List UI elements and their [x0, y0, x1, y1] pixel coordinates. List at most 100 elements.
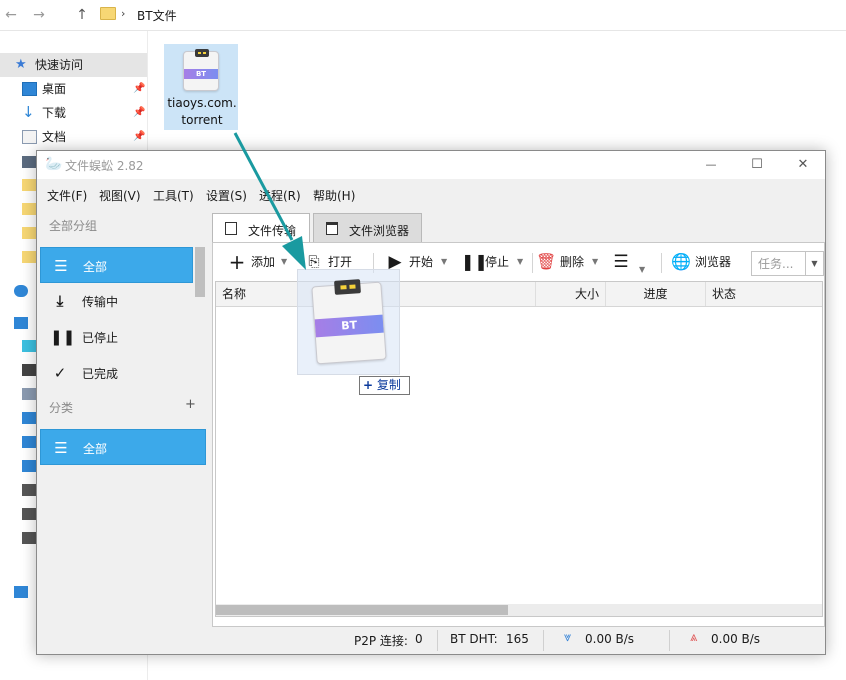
back-arrow-icon[interactable]: ← [0, 4, 22, 26]
status-divider [669, 630, 670, 651]
column-size[interactable]: 大小 [536, 282, 606, 306]
menu-file[interactable]: 文件(F) [47, 187, 87, 204]
3d-objects-icon[interactable] [22, 340, 36, 352]
add-category-button[interactable]: + [185, 397, 196, 412]
nav-item-documents[interactable]: 文档 📌 [0, 125, 147, 149]
document-icon [22, 130, 37, 144]
p2p-label: P2P 连接: [354, 634, 408, 648]
bt-badge: BT [184, 69, 218, 79]
quick-access-item[interactable]: ★ 快速访问 [0, 53, 147, 77]
group-item-all[interactable]: ☰ 全部 [40, 247, 193, 283]
up-arrow-icon[interactable]: ↑ [71, 4, 93, 26]
group-item-stopped[interactable]: ❚❚ 已停止 [40, 319, 193, 355]
pictures-icon[interactable] [22, 156, 36, 168]
menu-process[interactable]: 进程(R) [259, 187, 301, 204]
close-button[interactable]: ✕ [780, 151, 826, 179]
group-item-transferring[interactable]: ⤓ 传输中 [40, 283, 193, 319]
chevron-down-icon[interactable]: ▼ [592, 252, 598, 272]
plus-icon: + [228, 250, 246, 274]
group-label: 已停止 [82, 331, 119, 345]
copy-drop-tooltip: + 复制 [359, 376, 410, 395]
network-icon[interactable] [14, 586, 28, 598]
p2p-count: 0 [415, 632, 423, 646]
stop-button[interactable]: ❚❚ 停止 ▼ [461, 252, 527, 274]
more-menu-button[interactable]: ☰ ▼ [611, 252, 651, 274]
pictures-icon[interactable] [22, 388, 36, 400]
task-filter-input[interactable] [753, 253, 804, 274]
add-button[interactable]: + 添加 ▼ [227, 252, 289, 274]
folder-icon[interactable] [22, 179, 36, 191]
maximize-button[interactable]: ☐ [734, 151, 780, 179]
delete-button[interactable]: 🗑 删除 ▼ [536, 252, 602, 274]
title-bar[interactable]: 🦢 文件蜈蚣 2.82 — ☐ ✕ [37, 151, 825, 179]
forward-arrow-icon[interactable]: → [28, 4, 50, 26]
horizontal-scrollbar[interactable] [216, 604, 822, 616]
status-divider [437, 630, 438, 651]
stop-label: 停止 [485, 255, 510, 269]
file-icon [225, 222, 237, 235]
column-progress[interactable]: 进度 [606, 282, 706, 306]
this-pc-icon[interactable] [14, 317, 28, 329]
pause-icon: ❚❚ [50, 328, 76, 346]
chevron-down-icon[interactable]: ▼ [281, 252, 287, 272]
drive-icon[interactable] [22, 508, 36, 520]
menu-view[interactable]: 视图(V) [99, 187, 141, 204]
onedrive-icon[interactable] [14, 285, 28, 297]
category-label: 全部 [83, 442, 108, 456]
menu-tools[interactable]: 工具(T) [153, 187, 194, 204]
downloads-icon[interactable] [22, 412, 36, 424]
chevron-down-icon[interactable]: ▼ [441, 252, 447, 272]
tab-file-transfer[interactable]: 文件传输 [212, 213, 310, 243]
trash-icon: 🗑 [536, 252, 557, 271]
status-bar: P2P 连接: 0 BT DHT: 165 ⩔ 0.00 B/s ⩓ 0.00 … [37, 627, 825, 654]
star-icon: ★ [15, 57, 27, 72]
minimize-button[interactable]: — [688, 151, 734, 179]
download-arrow-icon: ↓ [22, 103, 35, 121]
upload-speed: 0.00 B/s [711, 632, 761, 646]
pin-icon[interactable]: 📌 [133, 77, 145, 101]
scrollbar-thumb[interactable] [216, 605, 508, 615]
add-label: 添加 [251, 255, 276, 269]
task-filter-combobox[interactable]: ▼ [751, 251, 824, 276]
group-item-completed[interactable]: ✓ 已完成 [40, 355, 193, 391]
drive-icon[interactable] [22, 484, 36, 496]
pin-icon[interactable]: 📌 [133, 101, 145, 125]
torrent-file-item[interactable]: BT tiaoys.com.torrent [164, 44, 238, 130]
folder-icon[interactable] [22, 227, 36, 239]
nav-item-desktop[interactable]: 桌面 📌 [0, 77, 147, 101]
menu-settings[interactable]: 设置(S) [206, 187, 247, 204]
tab-label: 文件浏览器 [349, 224, 410, 238]
category-item-all[interactable]: ☰ 全部 [40, 429, 206, 465]
group-label: 已完成 [82, 367, 119, 381]
chevron-down-icon[interactable]: ▼ [517, 252, 523, 272]
task-sidebar: 全部分组 ☰ 全部 ⤓ 传输中 ❚❚ 已停止 ✓ 已完成 分类 + ☰ 全部 [37, 209, 207, 627]
download-icon: ⤓ [56, 292, 64, 310]
music-icon[interactable] [22, 436, 36, 448]
menu-help[interactable]: 帮助(H) [313, 187, 355, 204]
quick-access-label: 快速访问 [35, 58, 84, 72]
tab-file-browser[interactable]: 文件浏览器 [313, 213, 422, 243]
browser-button[interactable]: 🌐 浏览器 [671, 252, 743, 274]
chevron-down-icon[interactable]: ▼ [639, 260, 645, 280]
pin-icon[interactable]: 📌 [133, 125, 145, 149]
app-logo-icon: 🦢 [45, 156, 63, 172]
check-icon: ✓ [53, 364, 67, 382]
folder-icon[interactable] [22, 203, 36, 215]
delete-label: 删除 [560, 255, 585, 269]
folder-icon[interactable] [22, 251, 36, 263]
category-header: 分类 [49, 401, 74, 415]
column-status[interactable]: 状态 [706, 282, 822, 306]
torrent-file-icon: BT [311, 279, 387, 365]
desktop-icon[interactable] [22, 460, 36, 472]
group-label: 传输中 [82, 295, 119, 309]
breadcrumb-current-folder[interactable]: BT文件 [137, 7, 177, 24]
nav-item-downloads[interactable]: ↓ 下载 📌 [0, 101, 147, 125]
drag-preview: BT [297, 269, 400, 375]
explorer-address-bar: ← → ↑ › BT文件 [0, 0, 846, 31]
sidebar-scrollbar[interactable] [195, 247, 205, 297]
chevron-down-icon[interactable]: ▼ [805, 252, 823, 275]
videos-icon[interactable] [22, 364, 36, 376]
drive-icon[interactable] [22, 532, 36, 544]
breadcrumb-chevron-icon: › [121, 7, 126, 20]
start-label: 开始 [409, 255, 434, 269]
